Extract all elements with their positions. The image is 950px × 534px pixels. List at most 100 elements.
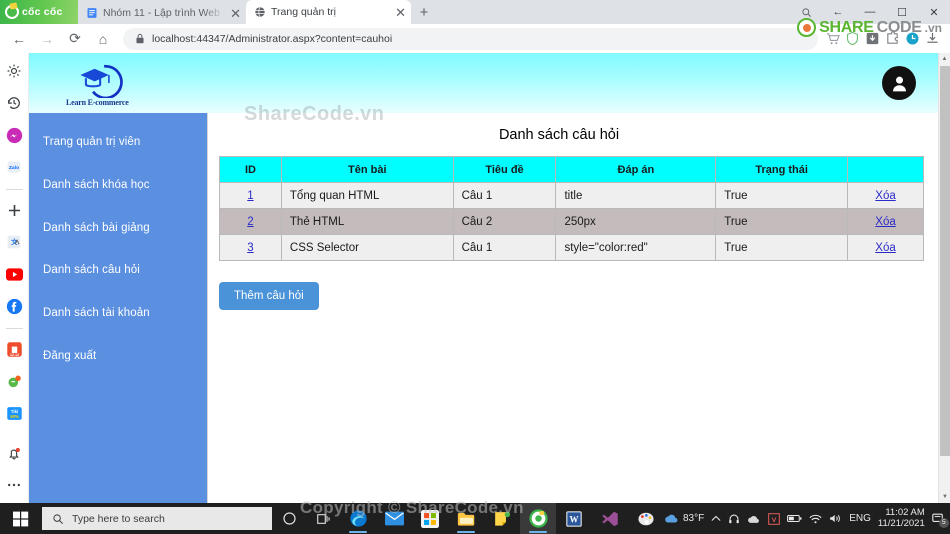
row-delete-link[interactable]: Xóa [875, 242, 895, 254]
browser-tab-1-close-icon[interactable]: ✕ [230, 7, 241, 20]
youtube-icon[interactable] [2, 262, 26, 286]
row-question-title: Câu 2 [452, 208, 557, 235]
taskbar-app-sticky-notes[interactable] [484, 503, 520, 534]
vpn-icon[interactable]: V [768, 512, 781, 525]
forward-button[interactable]: → [34, 26, 60, 52]
maximize-button[interactable]: ☐ [886, 0, 918, 24]
weather-widget[interactable]: 83°F [664, 513, 704, 524]
reload-button[interactable]: ⟳ [62, 26, 88, 52]
shield-icon[interactable] [845, 31, 860, 46]
cart-icon[interactable] [825, 31, 840, 46]
questions-table-body: 1 Tổng quan HTML Câu 1 title True Xóa 2 … [219, 182, 924, 261]
taskbar-app-paint[interactable] [628, 503, 664, 534]
coccoc-logo-button[interactable]: cốc cốc [0, 0, 78, 24]
row-lesson-name: Tổng quan HTML [280, 182, 454, 209]
taskbar-app-coccoc[interactable] [520, 503, 556, 534]
more-icon[interactable] [2, 473, 26, 497]
messenger-icon[interactable] [2, 123, 26, 147]
browser-tab-2-close-icon[interactable]: ✕ [395, 6, 406, 19]
browser-toolbar: ← → ⟳ ⌂ localhost:44347/Administrator.as… [0, 24, 950, 53]
sidebar-item-courses[interactable]: Danh sách khóa học [29, 170, 207, 202]
taskbar-app-word[interactable]: W [556, 503, 592, 534]
taskbar-app-edge[interactable] [340, 503, 376, 534]
scrollbar-up-arrow[interactable]: ▲ [939, 53, 950, 65]
add-icon[interactable] [2, 198, 26, 222]
column-header-status: Trạng thái [715, 156, 849, 183]
shopee-icon[interactable]: 12.12 [2, 337, 26, 361]
sidebar-item-lectures[interactable]: Danh sách bài giảng [29, 213, 207, 245]
avatar[interactable] [882, 66, 916, 100]
sidebar-item-admin-home[interactable]: Trang quản trị viên [29, 127, 207, 159]
globe-icon [255, 7, 265, 17]
download-icon[interactable] [865, 31, 880, 46]
start-button[interactable] [0, 503, 42, 534]
minimize-button[interactable]: — [854, 0, 886, 24]
notification-count: 5 [938, 517, 949, 528]
taskbar-app-microsoft-store[interactable] [412, 503, 448, 534]
headset-icon[interactable] [728, 513, 740, 525]
puzzle-icon[interactable] [885, 31, 900, 46]
zalo-icon[interactable]: Zalo [2, 155, 26, 179]
row-delete-link[interactable]: Xóa [875, 216, 895, 228]
address-bar[interactable]: localhost:44347/Administrator.aspx?conte… [123, 27, 818, 50]
clock-icon[interactable] [905, 31, 920, 46]
back-button[interactable]: ← [6, 26, 32, 52]
task-view-icon[interactable] [306, 503, 340, 534]
row-id-link[interactable]: 3 [247, 242, 253, 254]
save-icon[interactable] [925, 31, 940, 46]
language-indicator[interactable]: ENG [849, 513, 871, 524]
column-header-lesson: Tên bài [280, 156, 454, 183]
browser-tab-1[interactable]: Nhóm 11 - Lập trình Web nâ ✕ [78, 2, 246, 24]
cloud-icon [665, 514, 678, 523]
row-id-link[interactable]: 1 [247, 190, 253, 202]
site-logo[interactable]: Learn E-commerce [66, 60, 129, 107]
web-page: Learn E-commerce ShareCode.vn Trang quản… [29, 53, 938, 503]
chat-icon[interactable] [2, 369, 26, 393]
svg-text:V: V [772, 516, 777, 523]
search-icon [53, 513, 63, 524]
facebook-icon[interactable] [2, 294, 26, 318]
sidebar-item-logout[interactable]: Đăng xuất [29, 341, 207, 373]
table-row: 3 CSS Selector Câu 1 style="color:red" T… [219, 234, 924, 261]
tiki-icon[interactable]: Tiki 50% [2, 401, 26, 425]
browser-tab-2-title: Trang quản trị [271, 6, 336, 18]
taskbar-app-file-explorer[interactable] [448, 503, 484, 534]
search-input[interactable]: Type here to search [42, 507, 272, 530]
scrollbar-down-arrow[interactable]: ▼ [939, 491, 950, 503]
notification-center-icon[interactable]: 5 [932, 513, 949, 528]
home-button[interactable]: ⌂ [90, 26, 116, 52]
taskbar-app-visual-studio[interactable] [592, 503, 628, 534]
column-header-answer: Đáp án [555, 156, 717, 183]
row-id-link[interactable]: 2 [247, 216, 253, 228]
clock-date: 11/21/2021 [877, 517, 925, 529]
sidebar-item-questions[interactable]: Danh sách câu hỏi [29, 255, 207, 287]
add-question-button[interactable]: Thêm câu hỏi [219, 282, 319, 310]
site-sidebar: Trang quản trị viên Danh sách khóa học D… [29, 113, 207, 503]
svg-text:Zalo: Zalo [9, 165, 19, 171]
address-bar-url: localhost:44347/Administrator.aspx?conte… [152, 32, 393, 45]
battery-icon[interactable] [787, 514, 802, 523]
gear-icon[interactable] [2, 59, 26, 83]
coccoc-logo-icon [5, 5, 19, 19]
new-tab-button[interactable]: + [413, 1, 435, 23]
volume-icon[interactable] [829, 513, 842, 524]
bell-icon[interactable] [2, 441, 26, 465]
browser-window: cốc cốc Nhóm 11 - Lập trình Web nâ ✕ Tra… [0, 0, 950, 503]
wifi-icon[interactable] [809, 514, 822, 524]
close-window-button[interactable]: ✕ [918, 0, 950, 24]
history-icon[interactable] [2, 91, 26, 115]
page-scrollbar[interactable]: ▲ ▼ [938, 53, 950, 503]
row-delete-link[interactable]: Xóa [875, 190, 895, 202]
onedrive-icon[interactable] [747, 514, 761, 524]
clock[interactable]: 11:02 AM 11/21/2021 [877, 507, 925, 530]
browser-tab-2[interactable]: Trang quản trị ✕ [246, 0, 411, 24]
window-back-icon[interactable]: ← [822, 0, 854, 24]
taskbar-app-mail[interactable] [376, 503, 412, 534]
scrollbar-thumb[interactable] [940, 66, 950, 456]
sidebar-item-accounts[interactable]: Danh sách tài khoản [29, 298, 207, 330]
tab-search-icon[interactable] [790, 0, 822, 24]
translate-icon[interactable]: 文 [2, 230, 26, 254]
show-hidden-icons-chevron-icon[interactable] [711, 515, 721, 522]
main-content: Danh sách câu hỏi ID Tên bài Tiêu đề Đáp… [207, 113, 938, 503]
cortana-icon[interactable] [272, 503, 306, 534]
